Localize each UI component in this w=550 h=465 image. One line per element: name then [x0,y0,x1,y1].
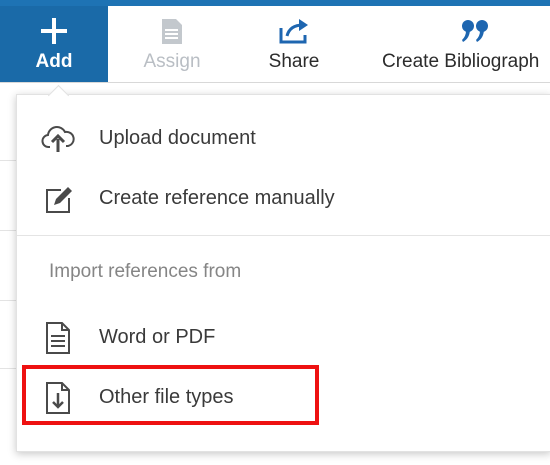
text-document-icon [41,321,75,355]
share-button-label: Share [268,51,320,72]
upload-document-item[interactable]: Upload document [17,112,550,164]
word-or-pdf-label: Word or PDF [99,326,216,348]
assign-button-label: Assign [143,51,201,72]
create-bibliography-button[interactable]: Create Bibliograph [370,6,550,82]
import-section-heading: Import references from [49,261,242,282]
assign-button[interactable]: Assign [120,6,224,82]
add-button-label: Add [35,51,73,72]
plus-icon [0,16,108,46]
share-icon [244,16,344,46]
toolbar: Add Assign Share Create Bibliograph [0,6,550,83]
menu-divider [17,235,550,236]
word-or-pdf-item[interactable]: Word or PDF [17,311,550,363]
share-button[interactable]: Share [244,6,344,82]
add-button[interactable]: Add [0,6,108,82]
document-icon [120,16,224,46]
quote-icon [382,16,542,46]
highlight-box [22,365,319,425]
create-reference-manually-item[interactable]: Create reference manually [17,172,550,224]
upload-document-label: Upload document [99,127,256,149]
create-reference-manually-label: Create reference manually [99,187,335,209]
create-bibliography-label: Create Bibliograph [382,51,540,72]
edit-icon [41,182,75,216]
cloud-upload-icon [41,122,75,156]
